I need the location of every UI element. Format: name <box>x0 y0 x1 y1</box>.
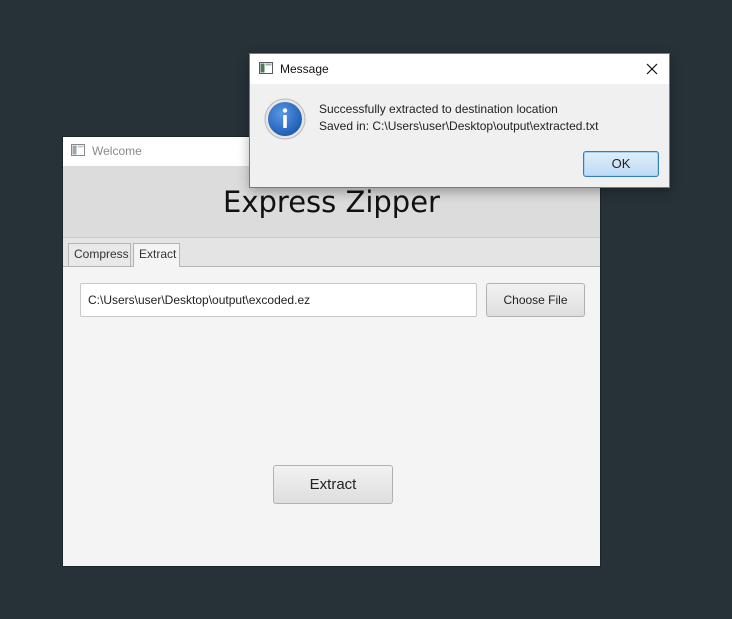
ok-button[interactable]: OK <box>583 151 659 177</box>
dialog-message-line2: Saved in: C:\Users\user\Desktop\output\e… <box>319 119 599 133</box>
message-dialog: Message Successfully extracted to destin… <box>250 54 669 187</box>
choose-file-button[interactable]: Choose File <box>486 283 585 317</box>
extract-tab-panel: Choose File Extract <box>63 267 600 566</box>
dialog-titlebar[interactable]: Message <box>250 54 669 84</box>
info-icon <box>264 98 306 140</box>
tab-strip: Compress Extract <box>63 238 600 267</box>
tab-extract[interactable]: Extract <box>133 243 180 267</box>
file-path-input[interactable] <box>80 283 477 317</box>
java-window-icon <box>71 144 85 156</box>
app-heading: Express Zipper <box>223 185 440 219</box>
tab-compress[interactable]: Compress <box>68 243 131 266</box>
dialog-message-line1: Successfully extracted to destination lo… <box>319 102 558 116</box>
extract-button[interactable]: Extract <box>273 465 393 504</box>
java-window-icon <box>259 62 273 74</box>
main-window: Welcome Express Zipper Compress Extract … <box>63 137 600 566</box>
dialog-title: Message <box>280 62 329 76</box>
main-window-title: Welcome <box>92 144 142 158</box>
close-icon[interactable] <box>641 58 663 80</box>
